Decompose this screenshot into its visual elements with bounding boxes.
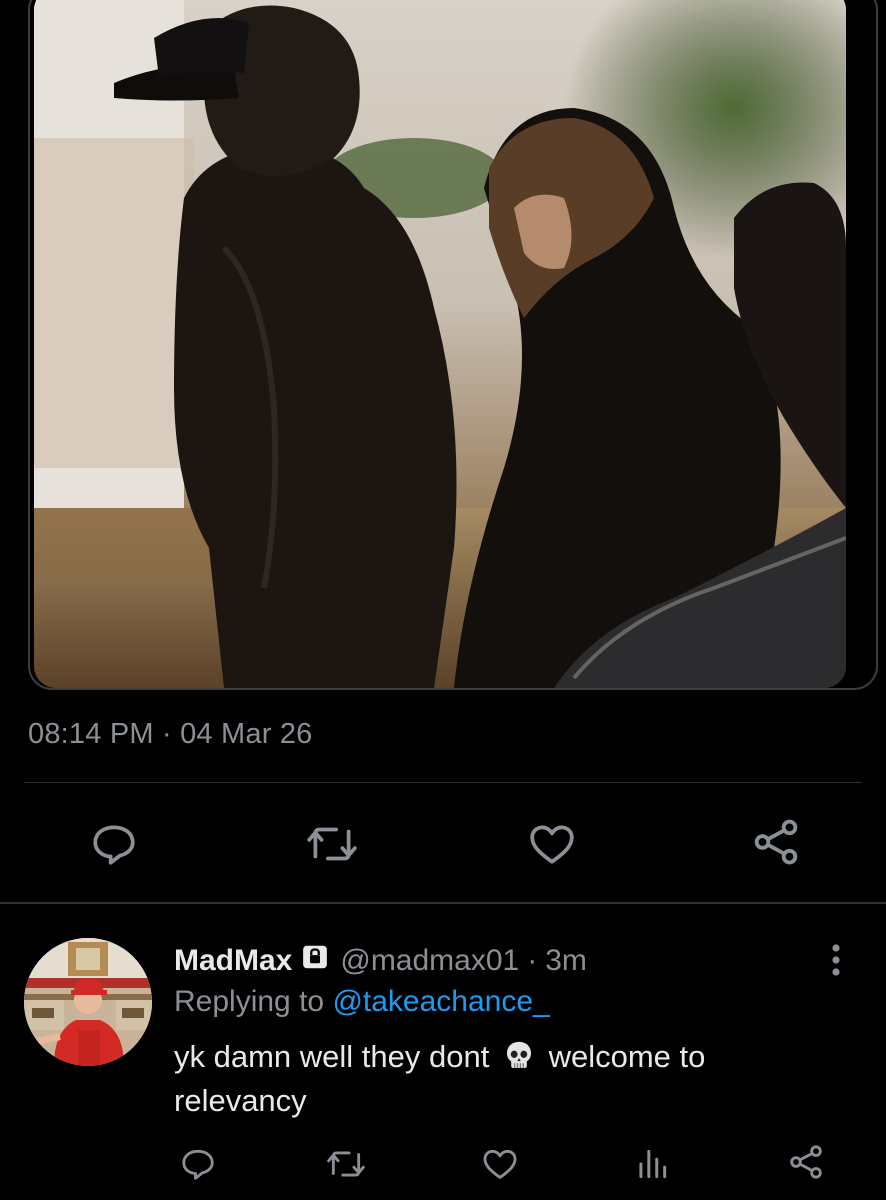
more-options-button[interactable] bbox=[818, 940, 854, 980]
heart-icon bbox=[483, 1149, 517, 1179]
reply-header: MadMax @madmax01 · 3m bbox=[174, 942, 587, 980]
reply-share-button[interactable] bbox=[776, 1132, 836, 1192]
more-vertical-icon bbox=[832, 944, 840, 976]
share-icon bbox=[754, 819, 798, 865]
display-name[interactable]: MadMax bbox=[174, 944, 292, 978]
avatar-image bbox=[24, 938, 152, 1066]
reply-like-button[interactable] bbox=[470, 1134, 530, 1194]
share-icon bbox=[790, 1145, 822, 1179]
avatar[interactable] bbox=[24, 938, 152, 1066]
share-button[interactable] bbox=[746, 812, 806, 872]
tweet-media-card[interactable] bbox=[28, 0, 878, 690]
reply-button[interactable] bbox=[84, 814, 144, 874]
tweet-timestamp: 08:14 PM · 04 Mar 26 bbox=[28, 718, 313, 750]
reply-icon bbox=[93, 825, 135, 865]
divider bbox=[0, 902, 886, 904]
skull-icon bbox=[502, 1039, 536, 1082]
photo-illustration bbox=[34, 0, 846, 688]
replying-to: Replying to @takeachance_ bbox=[174, 985, 550, 1019]
tweet-photo[interactable] bbox=[34, 0, 846, 688]
divider bbox=[24, 782, 862, 783]
replying-to-handle[interactable]: @takeachance_ bbox=[332, 985, 549, 1018]
reply-icon bbox=[182, 1149, 214, 1180]
heart-icon bbox=[530, 825, 574, 864]
replying-prefix: Replying to bbox=[174, 985, 333, 1018]
retweet-icon bbox=[327, 1151, 365, 1177]
reply-retweet-button[interactable] bbox=[316, 1134, 376, 1194]
retweet-icon bbox=[307, 827, 357, 861]
analytics-icon bbox=[639, 1149, 667, 1179]
reply-text: yk damn well they dont welcome to releva… bbox=[174, 1038, 794, 1120]
reply-text-part-1: yk damn well they dont bbox=[174, 1039, 490, 1074]
user-handle[interactable]: @madmax01 bbox=[340, 944, 519, 978]
reply-age: 3m bbox=[545, 944, 587, 977]
reply-reply-button[interactable] bbox=[168, 1134, 228, 1194]
separator: · bbox=[527, 944, 538, 977]
lock-icon bbox=[300, 942, 330, 980]
reply-views-button[interactable] bbox=[622, 1134, 682, 1194]
like-button[interactable] bbox=[522, 814, 582, 874]
retweet-button[interactable] bbox=[302, 814, 362, 874]
